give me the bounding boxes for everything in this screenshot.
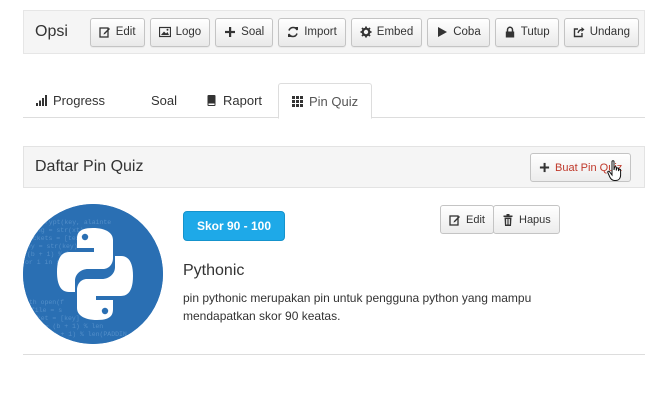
pin-delete-button[interactable]: Hapus — [493, 205, 560, 234]
svg-text:hfile = s: hfile = s — [27, 307, 62, 314]
import-label: Import — [304, 26, 337, 38]
share-icon — [573, 27, 585, 38]
soal-label: Soal — [241, 26, 265, 38]
tab-progress[interactable]: Progress — [23, 83, 138, 118]
bar-chart-icon — [36, 95, 47, 106]
edit-icon — [99, 27, 110, 38]
tab-pin-quiz-label: Pin Quiz — [309, 93, 359, 109]
tab-soal-label: Soal — [151, 93, 178, 108]
plus-icon — [225, 27, 236, 37]
pin-edit-label: Edit — [466, 213, 485, 226]
logo-label: Logo — [175, 26, 202, 38]
svg-text:ey = (b + 1) % len: ey = (b + 1) % len — [33, 323, 103, 330]
svg-text:ocket = [key]: ocket = [key] — [29, 315, 80, 322]
gear-icon — [360, 26, 372, 38]
undang-button[interactable]: Undang — [563, 17, 639, 47]
svg-text:ey = str(key): ey = str(key) — [27, 243, 78, 250]
tutup-label: Tutup — [520, 26, 550, 38]
pin-delete-label: Hapus — [519, 213, 551, 226]
plus-icon — [539, 162, 550, 173]
import-button[interactable]: Import — [278, 17, 346, 47]
divider — [23, 354, 645, 355]
svg-text:crypt(key, alainte: crypt(key, alainte — [41, 219, 111, 226]
coba-label: Coba — [453, 26, 481, 38]
trash-icon — [503, 213, 513, 226]
tab-pin-quiz[interactable]: Pin Quiz — [278, 83, 373, 119]
image-icon — [158, 26, 171, 38]
grid-icon — [292, 95, 303, 107]
edit-button[interactable]: Edit — [89, 17, 145, 47]
python-logo-icon: crypt(key, alainte ing = str(xt).ca bcke… — [23, 204, 163, 344]
tab-progress-label: Progress — [53, 93, 106, 108]
options-bar: Opsi Edit Logo Soal Import Embed Coba Tu… — [23, 10, 645, 54]
embed-button[interactable]: Embed — [350, 17, 423, 47]
logo-button[interactable]: Logo — [149, 17, 211, 47]
undang-label: Undang — [589, 26, 630, 38]
tab-raport-label: Raport — [223, 93, 263, 108]
hand-cursor-icon — [607, 160, 622, 181]
tab-raport[interactable]: Raport — [193, 83, 278, 118]
tutup-button[interactable]: Tutup — [494, 17, 559, 47]
options-title: Opsi — [35, 23, 68, 40]
pin-edit-button[interactable]: Edit — [440, 205, 494, 234]
tab-soal[interactable]: Soal — [138, 83, 193, 118]
edit-label: Edit — [115, 26, 136, 38]
book-icon — [207, 95, 216, 106]
tab-bar: Progress Soal Raport Pin Quiz — [23, 83, 645, 119]
pin-name: Pythonic — [183, 262, 245, 279]
pin-image: crypt(key, alainte ing = str(xt).ca bcke… — [23, 204, 163, 344]
refresh-icon — [288, 26, 299, 38]
svg-text:= (b + 1) % len(PADDIN: = (b + 1) % len(PADDIN — [41, 331, 127, 338]
coba-button[interactable]: Coba — [427, 17, 490, 47]
embed-label: Embed — [376, 26, 414, 38]
pin-list-title: Daftar Pin Quiz — [35, 158, 144, 175]
edit-icon — [449, 214, 460, 226]
pin-description: pin pythonic merupakan pin untuk penggun… — [183, 291, 532, 323]
lock-icon — [505, 26, 514, 38]
svg-text:ith open(f: ith open(f — [25, 299, 64, 306]
score-badge: Skor 90 - 100 — [183, 211, 285, 241]
play-icon — [438, 27, 448, 37]
soal-button[interactable]: Soal — [215, 17, 274, 47]
